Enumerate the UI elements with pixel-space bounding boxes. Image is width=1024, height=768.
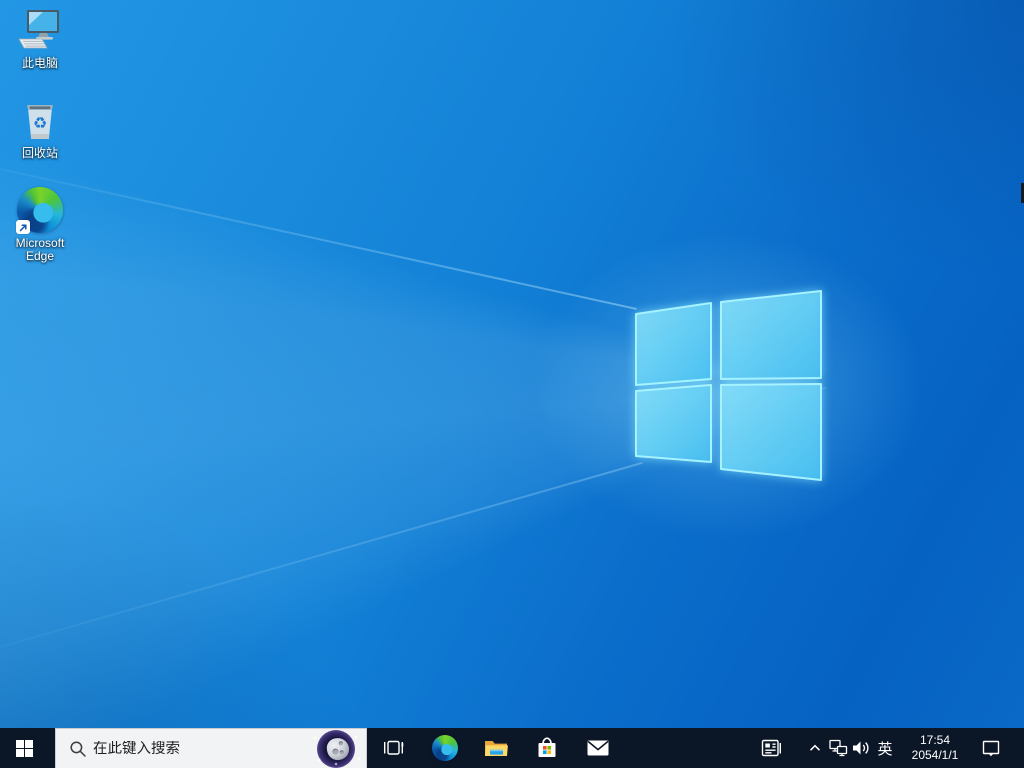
task-view-icon [382, 736, 406, 760]
computer-icon [16, 6, 64, 54]
taskbar-clock[interactable]: 17:54 2054/1/1 [899, 728, 971, 768]
taskbar-search-box[interactable] [55, 728, 367, 768]
start-button[interactable] [0, 728, 48, 768]
taskbar-file-explorer-button[interactable] [472, 728, 520, 768]
envelope-icon [585, 735, 611, 761]
edge-icon [16, 186, 64, 234]
system-tray: 英 17:54 2054/1/1 [753, 728, 1024, 768]
svg-text:♻: ♻ [33, 114, 47, 133]
taskbar-mail-button[interactable] [574, 728, 622, 768]
search-highlight-moon-icon[interactable] [306, 728, 366, 768]
search-icon [69, 740, 87, 758]
desktop-icon-this-pc[interactable]: 此电脑 [1, 6, 79, 70]
desktop-icon-label: 回收站 [21, 146, 58, 160]
taskbar-edge-button[interactable] [421, 728, 469, 768]
taskbar: 英 17:54 2054/1/1 [0, 728, 1024, 768]
desktop-icon-grid: 此电脑 ♻ 回收站 Microsoft Edge [1, 6, 79, 263]
news-icon [759, 736, 783, 760]
shortcut-arrow-icon [16, 220, 30, 234]
folder-icon [483, 735, 509, 761]
task-view-button[interactable] [370, 728, 418, 768]
wallpaper-light-ray [0, 168, 637, 310]
ethernet-icon [827, 737, 849, 759]
taskbar-store-button[interactable] [523, 728, 571, 768]
action-center-button[interactable] [971, 728, 1011, 768]
recycle-bin-icon: ♻ [16, 96, 64, 144]
windows-wallpaper-logo [635, 290, 822, 481]
ime-label: 英 [877, 740, 893, 758]
desktop-icon-recycle-bin[interactable]: ♻ 回收站 [1, 96, 79, 160]
volume-button[interactable] [849, 728, 873, 768]
speaker-icon [850, 737, 872, 759]
windows-logo-icon [15, 739, 33, 757]
search-input[interactable] [87, 740, 306, 757]
desktop-icon-label: 此电脑 [21, 56, 58, 70]
desktop-icon-microsoft-edge[interactable]: Microsoft Edge [1, 186, 79, 263]
desktop-wallpaper: 此电脑 ♻ 回收站 Microsoft Edge [0, 0, 1024, 728]
clock-time: 17:54 [919, 733, 951, 747]
show-hidden-icons-button[interactable] [803, 728, 827, 768]
store-bag-icon [534, 735, 560, 761]
action-center-icon [980, 737, 1002, 759]
chevron-up-icon [806, 739, 824, 757]
ime-language-indicator[interactable]: 英 [873, 728, 897, 768]
clock-date: 2054/1/1 [911, 748, 959, 762]
network-status-button[interactable] [827, 728, 849, 768]
edge-icon [432, 735, 458, 761]
wallpaper-light-ray [0, 461, 643, 648]
news-and-interests-button[interactable] [753, 728, 789, 768]
desktop-icon-label: Microsoft Edge [15, 236, 65, 263]
